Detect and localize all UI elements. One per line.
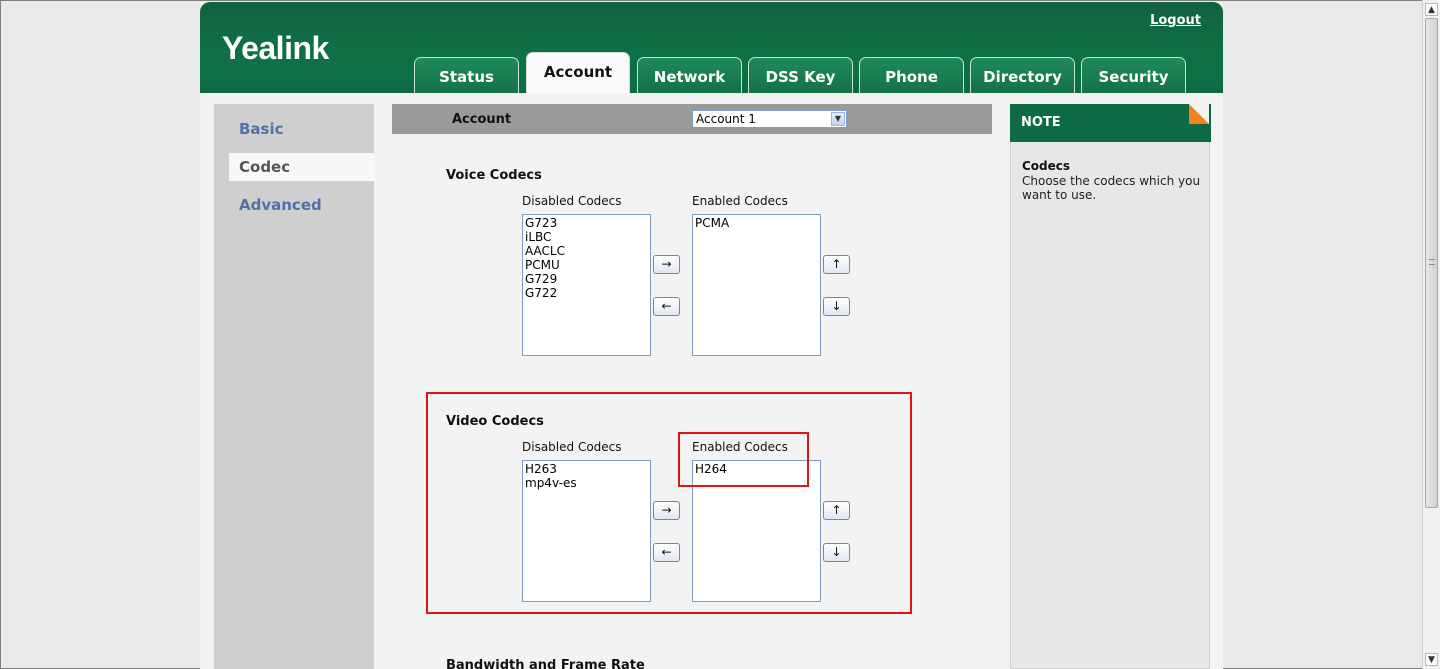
enabled-video-codecs-highlight bbox=[678, 432, 809, 487]
voice-move-left-button[interactable]: ← bbox=[653, 297, 680, 316]
note-header: NOTE bbox=[1010, 104, 1211, 142]
voice-move-right-button[interactable]: → bbox=[653, 255, 680, 274]
tab-directory[interactable]: Directory bbox=[970, 57, 1075, 93]
account-bar: Account Account 1 ▼ bbox=[392, 104, 992, 134]
tab-phone[interactable]: Phone bbox=[859, 57, 964, 93]
tab-account[interactable]: Account bbox=[526, 52, 630, 93]
list-item[interactable]: G723 bbox=[525, 216, 648, 230]
list-item[interactable]: G722 bbox=[525, 286, 648, 300]
tab-dss-key[interactable]: DSS Key bbox=[748, 57, 853, 93]
sidebar-item-advanced[interactable]: Advanced bbox=[214, 191, 374, 219]
account-select-value: Account 1 bbox=[696, 112, 756, 126]
note-title: Codecs bbox=[1022, 159, 1071, 173]
voice-disabled-label: Disabled Codecs bbox=[522, 194, 622, 208]
video-move-right-button[interactable]: → bbox=[653, 501, 680, 520]
video-codecs-title: Video Codecs bbox=[446, 414, 544, 429]
vertical-scrollbar[interactable]: ▲ ▼ bbox=[1422, 0, 1440, 669]
scroll-thumb[interactable] bbox=[1425, 18, 1438, 508]
sidebar: Basic Codec Advanced bbox=[214, 104, 374, 669]
tab-network[interactable]: Network bbox=[637, 57, 742, 93]
list-item[interactable]: AACLC bbox=[525, 244, 648, 258]
list-item[interactable]: mp4v-es bbox=[525, 476, 648, 490]
voice-move-up-button[interactable]: ↑ bbox=[823, 255, 850, 274]
yealink-web-ui: Yealink Logout Status Account Network DS… bbox=[200, 2, 1223, 669]
sidebar-item-basic[interactable]: Basic bbox=[214, 115, 374, 143]
header-bar: Yealink Logout Status Account Network DS… bbox=[200, 2, 1223, 93]
scroll-up-icon[interactable]: ▲ bbox=[1425, 3, 1438, 16]
note-text: Choose the codecs which you want to use. bbox=[1022, 174, 1201, 202]
tab-status[interactable]: Status bbox=[414, 57, 519, 93]
video-move-down-button[interactable]: ↓ bbox=[823, 543, 850, 562]
yealink-logo: Yealink bbox=[222, 30, 329, 66]
voice-move-down-button[interactable]: ↓ bbox=[823, 297, 850, 316]
video-move-up-button[interactable]: ↑ bbox=[823, 501, 850, 520]
video-disabled-label: Disabled Codecs bbox=[522, 440, 622, 454]
list-item[interactable]: PCMU bbox=[525, 258, 648, 272]
voice-codecs-title: Voice Codecs bbox=[446, 168, 542, 183]
chevron-down-icon[interactable]: ▼ bbox=[831, 112, 845, 126]
list-item[interactable]: H263 bbox=[525, 462, 648, 476]
list-item[interactable]: G729 bbox=[525, 272, 648, 286]
video-disabled-list[interactable]: H263 mp4v-es bbox=[522, 460, 651, 602]
video-move-left-button[interactable]: ← bbox=[653, 543, 680, 562]
voice-disabled-list[interactable]: G723 iLBC AACLC PCMU G729 G722 bbox=[522, 214, 651, 356]
list-item[interactable]: PCMA bbox=[695, 216, 818, 230]
bandwidth-section-title: Bandwidth and Frame Rate bbox=[446, 658, 645, 669]
sidebar-item-codec[interactable]: Codec bbox=[229, 153, 374, 181]
note-panel: NOTE Codecs Choose the codecs which you … bbox=[1010, 104, 1211, 669]
list-item[interactable]: iLBC bbox=[525, 230, 648, 244]
voice-enabled-label: Enabled Codecs bbox=[692, 194, 788, 208]
main-content: Account Account 1 ▼ Voice Codecs Disable… bbox=[392, 104, 992, 669]
scroll-down-icon[interactable]: ▼ bbox=[1425, 653, 1438, 666]
grip-icon bbox=[1429, 259, 1435, 265]
logout-link[interactable]: Logout bbox=[1150, 13, 1201, 28]
account-label: Account bbox=[452, 112, 512, 127]
account-select[interactable]: Account 1 ▼ bbox=[692, 110, 847, 128]
tab-security[interactable]: Security bbox=[1081, 57, 1186, 93]
note-corner-icon bbox=[1189, 104, 1209, 124]
voice-enabled-list[interactable]: PCMA bbox=[692, 214, 821, 356]
